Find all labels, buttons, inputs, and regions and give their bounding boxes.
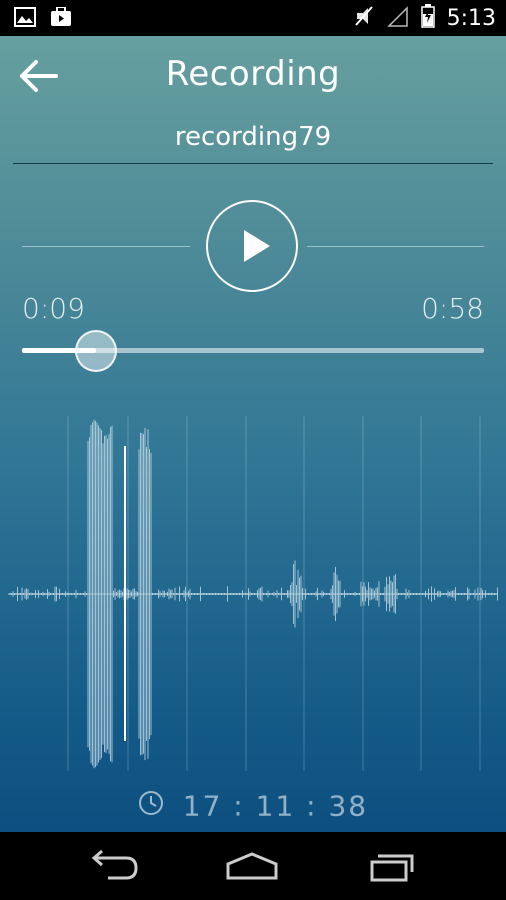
recording-name[interactable]: recording79 <box>0 122 506 152</box>
nav-home-button[interactable] <box>222 848 282 884</box>
timestamp-text: 17 : 11 : 38 <box>182 789 369 823</box>
divider-left <box>22 246 190 247</box>
recording-screen: Recording recording79 0:09 0:58 17 : 11 … <box>0 36 506 832</box>
page-title: Recording <box>165 54 341 94</box>
image-icon <box>14 7 36 31</box>
status-bar: 5:13 <box>0 0 506 36</box>
home-icon <box>226 852 278 880</box>
play-icon <box>244 230 270 262</box>
nav-back-button[interactable] <box>82 848 142 884</box>
muted-icon <box>353 5 375 31</box>
nav-recent-apps-button[interactable] <box>362 848 422 884</box>
battery-icon <box>420 4 435 32</box>
status-time: 5:13 <box>446 5 496 31</box>
recording-timestamp: 17 : 11 : 38 <box>0 788 506 823</box>
divider-right <box>307 246 484 247</box>
navigation-bar <box>0 832 506 900</box>
elapsed-time: 0:09 <box>22 292 85 325</box>
name-underline <box>13 163 493 164</box>
recent-apps-icon <box>370 854 414 882</box>
play-button[interactable] <box>206 200 298 292</box>
waveform <box>8 416 498 771</box>
briefcase-icon <box>50 6 72 31</box>
signal-icon <box>386 5 409 31</box>
back-icon <box>91 849 138 880</box>
seek-thumb[interactable] <box>74 330 117 372</box>
clock-icon <box>138 790 164 823</box>
total-time: 0:58 <box>421 292 484 325</box>
